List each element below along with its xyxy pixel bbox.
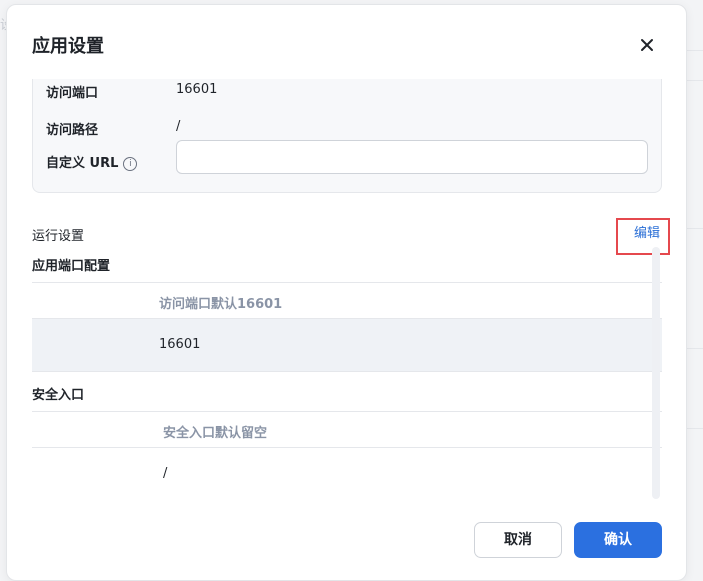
port-default-header: 访问端口默认16601 [159,297,283,312]
security-entry-title: 安全入口 [32,388,85,403]
port-value: 16601 [176,82,218,97]
custom-url-label: 自定义 URL [46,156,119,171]
access-info-panel: 访问端口 16601 访问路径 / 自定义 URL i [32,79,662,193]
table-header: 访问端口默认16601 [32,282,662,319]
dialog-body[interactable]: 访问端口 16601 访问路径 / 自定义 URL i 运行设置 编辑 应用端口配… [7,79,686,499]
background-divider [686,50,703,51]
port-cell: 16601 [159,337,201,352]
port-label: 访问端口 [46,86,99,101]
edit-highlight-box [616,218,670,255]
vertical-scrollbar[interactable] [652,247,660,499]
custom-url-input[interactable] [176,140,648,174]
cancel-button[interactable]: 取消 [474,522,562,558]
dialog-title: 应用设置 [32,36,104,57]
custom-url-label-wrap: 自定义 URL i [46,152,138,171]
run-settings-label: 运行设置 [32,229,85,244]
app-port-config-title: 应用端口配置 [32,259,111,274]
close-icon [641,39,653,51]
path-value: / [176,119,181,134]
background-divider [686,348,703,349]
table-row[interactable]: / [32,448,662,499]
confirm-button[interactable]: 确认 [574,522,662,558]
background-divider [686,80,703,81]
path-label: 访问路径 [46,123,99,138]
app-settings-dialog: 应用设置 访问端口 16601 访问路径 / 自定义 URL i 运行设置 编辑 … [6,4,687,581]
info-icon[interactable]: i [123,157,138,171]
table-header: 安全入口默认留空 [32,411,662,448]
security-cell: / [163,466,168,481]
close-button[interactable] [635,33,659,57]
background-divider [686,228,703,229]
security-default-header: 安全入口默认留空 [163,426,268,441]
table-row[interactable]: 16601 [32,319,662,372]
background-divider [686,428,703,429]
